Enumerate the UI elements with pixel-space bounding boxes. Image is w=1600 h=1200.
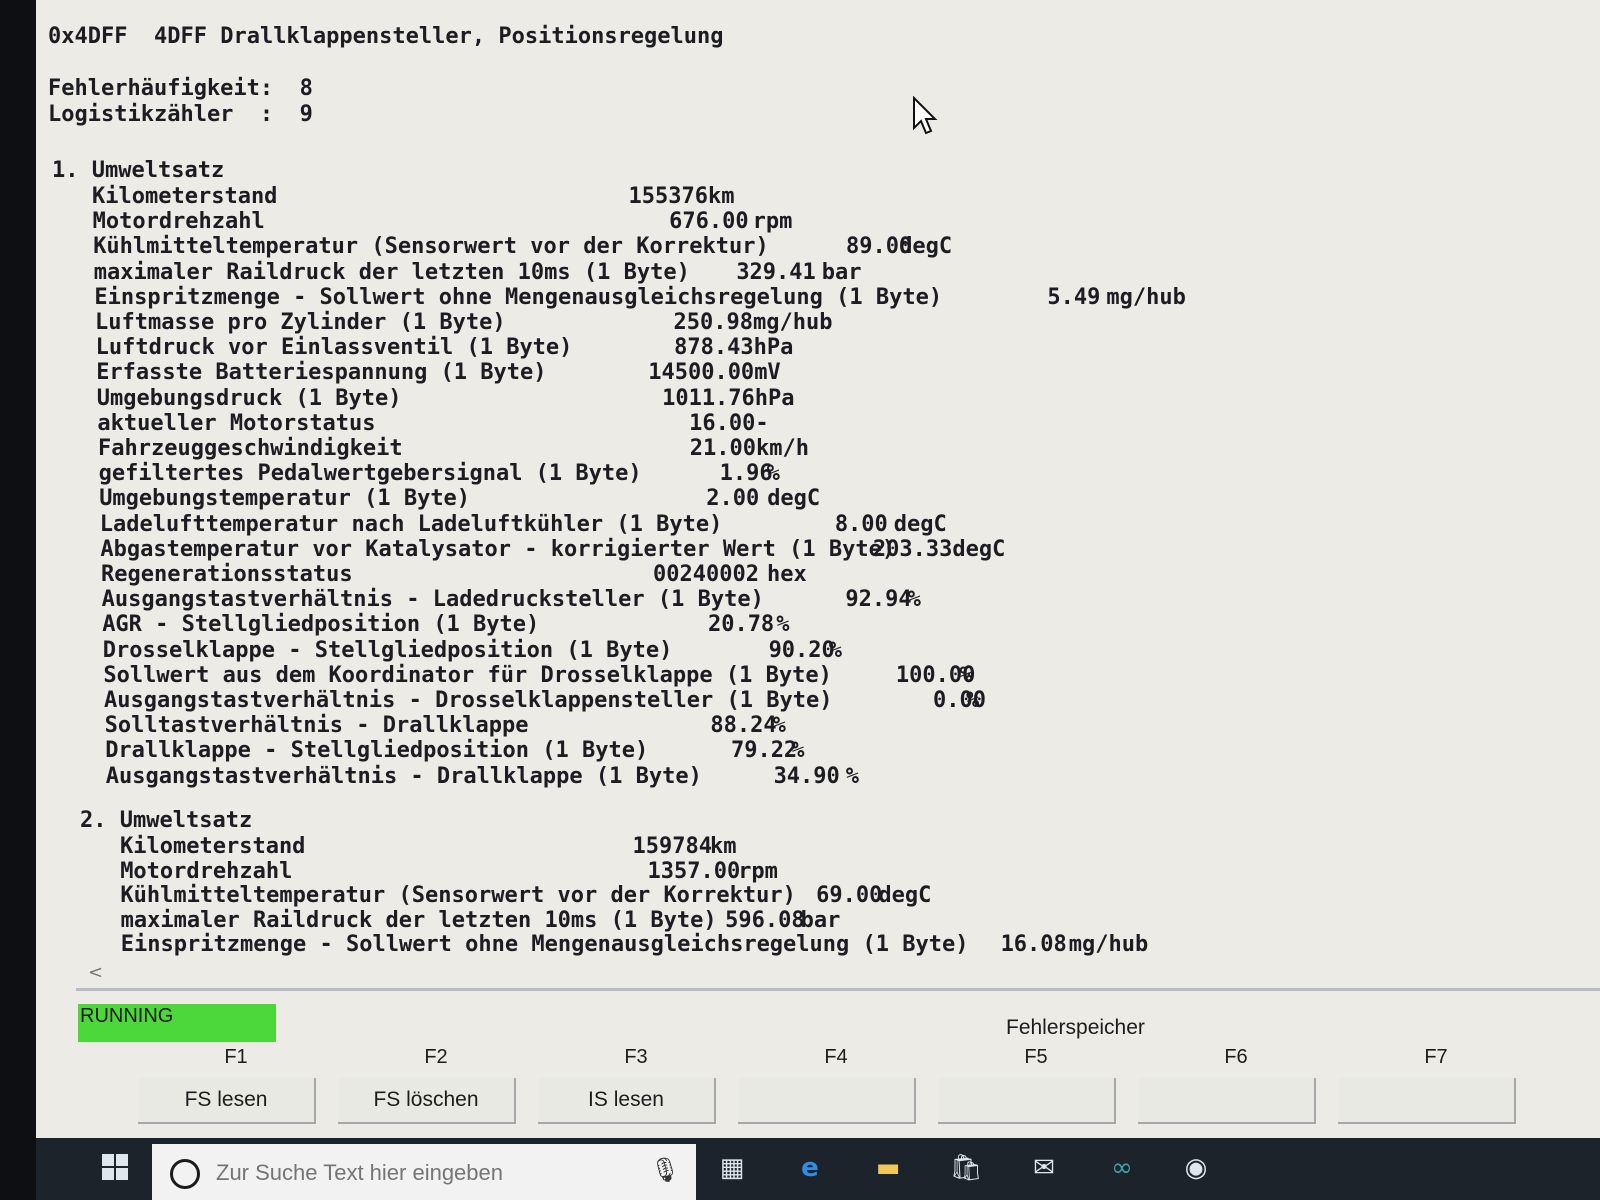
section-title: 2. Umweltsatz bbox=[80, 808, 253, 833]
fkey-f6: F6 bbox=[1138, 1046, 1334, 1130]
mail-icon[interactable]: ✉ bbox=[1024, 1148, 1064, 1188]
panel-title: Fehlerspeicher bbox=[1006, 1016, 1145, 1039]
microphone-icon[interactable]: 🎙 bbox=[650, 1156, 680, 1184]
meta-fehlerhaeufigkeit: Fehlerhäufigkeit: 8 bbox=[48, 76, 313, 101]
record-value: 5.49 bbox=[1047, 284, 1101, 310]
record-unit: rpm bbox=[738, 858, 778, 884]
search-input[interactable] bbox=[214, 1156, 638, 1190]
f5-button[interactable] bbox=[938, 1078, 1116, 1124]
section-title: 1. Umweltsatz bbox=[52, 158, 225, 183]
record-value: 34.90 bbox=[773, 763, 840, 789]
record-value: 329.41 bbox=[736, 259, 816, 285]
fkey-f1: F1 FS lesen bbox=[138, 1046, 334, 1130]
windows-taskbar: 🎙 ▦ e ▬ 🛍 ✉ ∞ ◉ bbox=[36, 1138, 1600, 1200]
record-unit: hex bbox=[767, 562, 807, 587]
fkey-f4: F4 bbox=[738, 1046, 934, 1130]
record-unit: % bbox=[772, 713, 786, 739]
fkey-f3: F3 IS lesen bbox=[538, 1046, 734, 1130]
record-unit: % bbox=[959, 662, 973, 688]
meta-logistikzaehler: Logistikzähler : 9 bbox=[48, 102, 313, 127]
record-value: 250.98 bbox=[673, 310, 753, 335]
record-value: 203.33 bbox=[872, 536, 953, 562]
record-value: 92.94 bbox=[845, 587, 912, 613]
record-value: 676.00 bbox=[669, 209, 749, 235]
record-value: 1357.00 bbox=[647, 858, 741, 884]
fkey-f5: F5 bbox=[938, 1046, 1134, 1130]
record-value: 1011.76 bbox=[662, 385, 755, 411]
record-value: 79.22 bbox=[730, 738, 798, 764]
record-value: 88.24 bbox=[710, 713, 777, 739]
record-value: 1.96 bbox=[719, 461, 773, 487]
record-value: 69.00 bbox=[816, 883, 883, 909]
record-unit: bar bbox=[800, 907, 841, 933]
record-unit: % bbox=[828, 637, 843, 663]
record-unit: mg/hub bbox=[1068, 932, 1149, 958]
fs-lesen-button[interactable]: FS lesen bbox=[138, 1078, 316, 1124]
is-lesen-button[interactable]: IS lesen bbox=[538, 1078, 716, 1124]
fs-loeschen-button[interactable]: FS löschen bbox=[338, 1078, 516, 1124]
f4-button[interactable] bbox=[738, 1078, 916, 1124]
fault-detail-text: 0x4DFF 4DFF Drallklappensteller, Positio… bbox=[48, 24, 1186, 958]
arduino-icon[interactable]: ∞ bbox=[1102, 1148, 1142, 1188]
record-unit: degC bbox=[952, 536, 1006, 562]
record-unit: degC bbox=[893, 511, 947, 537]
record-value: 8.00 bbox=[834, 511, 888, 537]
record-value: 2.00 bbox=[706, 486, 760, 512]
cortana-icon bbox=[170, 1159, 200, 1189]
record-unit: mV bbox=[754, 360, 781, 386]
record-value: 00240002 bbox=[653, 562, 759, 587]
record-value: 159784 bbox=[632, 834, 712, 859]
store-icon[interactable]: 🛍 bbox=[946, 1148, 986, 1188]
bmw-icon[interactable]: ◉ bbox=[1176, 1148, 1216, 1188]
fault-code: 0x4DFF bbox=[48, 24, 128, 49]
record-unit: % bbox=[845, 763, 860, 789]
record-unit: degC bbox=[899, 234, 953, 260]
record-unit: degC bbox=[767, 486, 821, 512]
record-value: 16.08 bbox=[1000, 932, 1067, 958]
record-unit: % bbox=[791, 738, 805, 764]
f6-button[interactable] bbox=[1138, 1078, 1316, 1124]
scroll-left-icon[interactable]: < bbox=[88, 962, 103, 983]
record-value: 20.78 bbox=[707, 612, 775, 638]
file-explorer-icon[interactable]: ▬ bbox=[868, 1148, 908, 1188]
fkey-f2: F2 FS löschen bbox=[338, 1046, 534, 1130]
status-badge: RUNNING bbox=[78, 1004, 276, 1042]
record-unit: degC bbox=[878, 883, 932, 909]
fault-header: 0x4DFF 4DFF Drallklappensteller, Positio… bbox=[48, 24, 724, 50]
record-value: 596.08 bbox=[725, 907, 805, 933]
record-value: 878.43 bbox=[674, 335, 754, 361]
record-unit: rpm bbox=[752, 209, 793, 235]
mouse-cursor-icon bbox=[913, 96, 938, 135]
record-unit: km bbox=[710, 834, 737, 859]
record-unit: hPa bbox=[753, 335, 794, 361]
f7-button[interactable] bbox=[1338, 1078, 1516, 1124]
task-view-icon[interactable]: ▦ bbox=[712, 1148, 752, 1188]
record-unit: km bbox=[708, 184, 735, 209]
windows-start-icon[interactable] bbox=[102, 1154, 128, 1180]
record-unit: bar bbox=[821, 259, 862, 285]
separator bbox=[76, 988, 1600, 991]
record-value: 155376 bbox=[628, 184, 708, 209]
function-key-bar: F1 FS lesen F2 FS löschen F3 IS lesen F4… bbox=[76, 1046, 1600, 1138]
record-unit: km/h bbox=[756, 436, 809, 461]
record-unit: % bbox=[776, 612, 790, 638]
record-value: 90.20 bbox=[768, 637, 835, 663]
record-unit: hPa bbox=[754, 385, 795, 411]
record-unit: % bbox=[766, 461, 780, 487]
record-unit: mg/hub bbox=[1106, 284, 1186, 310]
taskbar-search[interactable]: 🎙 bbox=[152, 1144, 696, 1200]
record-value: 16.00 bbox=[689, 410, 756, 436]
edge-browser-icon[interactable]: e bbox=[790, 1148, 830, 1188]
record-unit: % bbox=[907, 587, 921, 613]
app-window: 0x4DFF 4DFF Drallklappensteller, Positio… bbox=[36, 0, 1600, 1138]
record-unit: - bbox=[755, 410, 769, 436]
fkey-f7: F7 bbox=[1338, 1046, 1534, 1130]
record-value: 14500.00 bbox=[648, 360, 755, 386]
record-value: 21.00 bbox=[689, 436, 756, 461]
fault-title: 4DFF Drallklappensteller, Positionsregel… bbox=[153, 24, 724, 49]
record-unit: % bbox=[966, 688, 980, 713]
record-unit: mg/hub bbox=[753, 310, 833, 335]
